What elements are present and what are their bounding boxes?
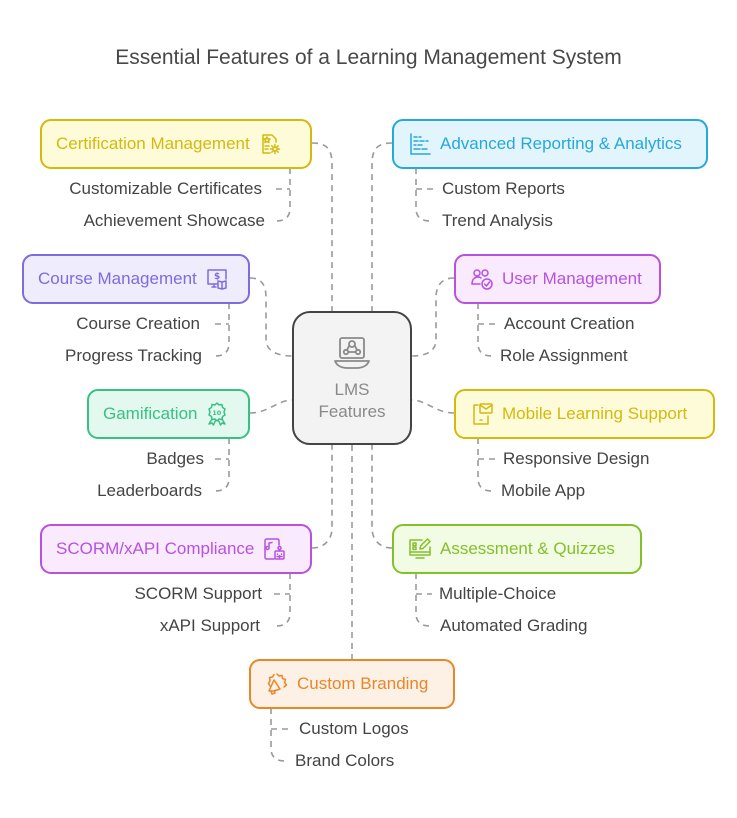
feature-custom-branding[interactable]: Custom Branding — [249, 659, 455, 709]
bracket-mobile — [477, 438, 496, 492]
feature-label: Advanced Reporting & Analytics — [440, 134, 682, 153]
center-label-line1: LMS — [334, 380, 370, 399]
sub-item-brand-colors: Brand Colors — [295, 751, 395, 770]
feature-user-management[interactable]: User Management — [454, 254, 661, 304]
sub-item-trend-analysis: Trend Analysis — [442, 211, 553, 230]
feature-advanced-reporting-analytics[interactable]: Advanced Reporting & Analytics — [392, 119, 708, 169]
device-robot-icon — [262, 537, 286, 561]
megaphone-badge-icon — [265, 672, 289, 696]
bracket-user — [477, 303, 496, 357]
feature-label: Gamification — [103, 404, 198, 423]
feature-scorm-xapi-compliance[interactable]: SCORM/xAPI Compliance — [40, 524, 312, 574]
sub-item-responsive-design: Responsive Design — [503, 449, 650, 468]
sub-item-custom-reports: Custom Reports — [442, 179, 565, 198]
sub-item-xapi-support: xAPI Support — [159, 616, 260, 635]
sub-item-course-creation: Course Creation — [76, 314, 200, 333]
sub-item-progress-tracking: Progress Tracking — [65, 346, 202, 365]
sub-item-role-assignment: Role Assignment — [500, 346, 628, 365]
bar-chart-icon — [408, 132, 432, 156]
sub-item-mobile-app: Mobile App — [501, 481, 586, 500]
certificate-gear-icon — [258, 132, 282, 156]
sub-item-custom-logos: Custom Logos — [299, 719, 409, 738]
feature-course-management[interactable]: Course Management $ — [22, 254, 250, 304]
feature-label: Assessment & Quizzes — [440, 539, 615, 558]
feature-label: Course Management — [38, 269, 197, 288]
center-node-lms-features[interactable]: LMS Features — [292, 311, 412, 445]
bracket-reporting — [415, 168, 434, 222]
connector-certification — [311, 142, 333, 311]
connector-reporting — [371, 142, 393, 311]
feature-label: Certification Management — [56, 134, 250, 153]
center-label-line2: Features — [318, 402, 386, 421]
sub-item-automated-grading: Automated Grading — [440, 616, 588, 635]
sub-item-account-creation: Account Creation — [504, 314, 635, 333]
connector-mobile — [411, 399, 455, 414]
feature-label: User Management — [502, 269, 642, 288]
sub-item-leaderboards: Leaderboards — [97, 481, 202, 500]
svg-text:10: 10 — [213, 409, 223, 417]
sub-item-multiple-choice: Multiple-Choice — [439, 584, 557, 603]
feature-label: SCORM/xAPI Compliance — [56, 539, 255, 558]
connector-course — [249, 277, 293, 357]
feature-label: Custom Branding — [297, 674, 429, 693]
bracket-scorm — [274, 573, 291, 627]
bracket-certification — [275, 168, 291, 222]
feature-gamification[interactable]: Gamification 10 — [87, 389, 250, 439]
svg-text:$: $ — [214, 272, 220, 282]
bracket-branding — [270, 708, 289, 762]
laptop-users-icon — [332, 333, 372, 373]
feature-assessment-quizzes[interactable]: Assessment & Quizzes — [392, 524, 642, 574]
sub-item-scorm-support: SCORM Support — [134, 584, 262, 603]
connector-user — [411, 277, 455, 357]
monitor-book-icon: $ — [205, 267, 229, 291]
sub-item-achievement-showcase: Achievement Showcase — [83, 211, 265, 230]
sub-item-badges: Badges — [146, 449, 204, 468]
bracket-gamification — [214, 438, 230, 492]
connector-gamification — [249, 399, 293, 414]
sub-item-customizable-certificates: Customizable Certificates — [69, 179, 262, 198]
feature-label: Mobile Learning Support — [502, 404, 688, 423]
connector-scorm — [311, 445, 333, 549]
monitor-edit-icon — [408, 537, 432, 561]
feature-mobile-learning-support[interactable]: Mobile Learning Support — [454, 389, 715, 439]
users-check-icon — [470, 267, 494, 291]
mobile-mail-icon — [470, 402, 494, 426]
diagram-title: Essential Features of a Learning Managem… — [115, 46, 622, 69]
award-badge-icon: 10 — [205, 402, 229, 426]
feature-certification-management[interactable]: Certification Management — [40, 119, 312, 169]
connector-assessment — [371, 445, 393, 549]
bracket-course — [214, 303, 230, 357]
bracket-assessment — [415, 573, 432, 627]
